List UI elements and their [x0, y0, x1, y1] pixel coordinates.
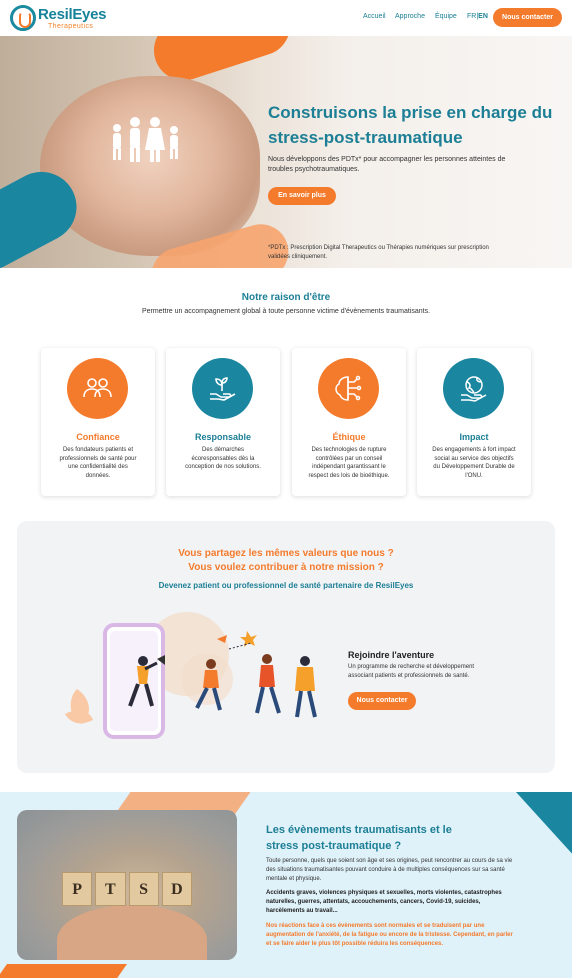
- ptsd-letter: S: [128, 872, 159, 906]
- join-contact-button[interactable]: Nous contacter: [348, 692, 416, 710]
- hero-hands-image: [40, 76, 260, 256]
- brain-circuit-icon: [318, 358, 379, 419]
- card-text: Des fondateurs patients et professionnel…: [59, 447, 137, 479]
- trauma-title: Les évènements traumatisants et le stres…: [266, 824, 452, 852]
- value-card-ethique: Éthique Des technologies de rupture cont…: [292, 348, 406, 496]
- card-text: Des démarches écoresponsables dès la con…: [185, 447, 261, 470]
- trauma-paragraph-2: Accidents graves, violences physiques et…: [266, 890, 502, 914]
- raison-subtitle: Permettre un accompagnement global à tou…: [141, 308, 431, 315]
- trauma-paragraph-3: Nos réactions face à ces évènements sont…: [266, 923, 513, 947]
- raison-title: Notre raison d'être: [241, 292, 331, 303]
- people-icon: [67, 358, 128, 419]
- card-title: Impact: [459, 432, 489, 442]
- team-adventure-illustration: [65, 612, 317, 739]
- hero-section: Construisons la prise en charge du stres…: [0, 36, 572, 268]
- join-subtitle: Devenez patient ou professionnel de sant…: [158, 581, 414, 590]
- hand-image: [57, 905, 207, 960]
- nav-accueil[interactable]: Accueil: [363, 13, 386, 20]
- globe-hand-icon: [443, 358, 504, 419]
- hero-title: Construisons la prise en charge du stres…: [268, 103, 553, 147]
- value-card-confiance: Confiance Des fondateurs patients et pro…: [41, 348, 155, 496]
- paper-family-icon: [113, 117, 178, 162]
- ptsd-letter: T: [95, 872, 126, 906]
- card-text: Des technologies de rupture contrôlées p…: [308, 447, 390, 479]
- nav-equipe[interactable]: Équipe: [435, 13, 457, 20]
- nav-approche[interactable]: Approche: [395, 13, 425, 20]
- join-section: Vous partagez les mêmes valeurs que nous…: [17, 521, 555, 773]
- card-title: Éthique: [332, 432, 366, 442]
- contact-button[interactable]: Nous contacter: [493, 8, 562, 27]
- logo-name: ResilEyes: [38, 6, 107, 23]
- hero-description: Nous développons des PDTx* pour accompag…: [268, 156, 506, 173]
- plant-hand-icon: [192, 358, 253, 419]
- decorative-orange-stripe-bottom: [0, 964, 128, 978]
- hero-footnote: *PDTx : Prescription Digital Therapeutic…: [268, 245, 489, 260]
- join-question-1: Vous partagez les mêmes valeurs que nous…: [178, 548, 394, 559]
- lang-en[interactable]: EN: [478, 13, 488, 20]
- logo-subtitle: Therapeutics: [48, 23, 94, 30]
- logo[interactable]: ResilEyes Therapeutics: [10, 5, 106, 31]
- logo-mark-icon: [10, 5, 36, 31]
- ptsd-letter: D: [161, 872, 192, 906]
- value-card-responsable: Responsable Des démarches écoresponsable…: [166, 348, 280, 496]
- value-card-impact: Impact Des engagements à fort impact soc…: [417, 348, 531, 496]
- lang-fr[interactable]: FR: [467, 13, 476, 20]
- join-question-2: Vous voulez contribuer à notre mission ?: [188, 562, 384, 573]
- card-title: Confiance: [76, 432, 120, 442]
- card-title: Responsable: [194, 432, 252, 442]
- join-card-title: Rejoindre l'aventure: [348, 650, 435, 660]
- card-text: Des engagements à fort impact social au …: [432, 447, 516, 479]
- decorative-teal-triangle: [516, 792, 572, 858]
- ptsd-blocks-image: P T S D: [17, 810, 237, 960]
- learn-more-button[interactable]: En savoir plus: [268, 187, 336, 205]
- ptsd-letter: P: [62, 872, 93, 906]
- language-switcher: FR|EN: [467, 13, 488, 20]
- join-card-text: Un programme de recherche et développeme…: [348, 664, 475, 679]
- site-header: ResilEyes Therapeutics Accueil Approche …: [0, 0, 572, 36]
- trauma-paragraph-1: Toute personne, quels que soient son âge…: [266, 858, 513, 882]
- trauma-info-section: P T S D Les évènements traumatisants et …: [0, 792, 572, 978]
- ptsd-word: P T S D: [62, 872, 192, 906]
